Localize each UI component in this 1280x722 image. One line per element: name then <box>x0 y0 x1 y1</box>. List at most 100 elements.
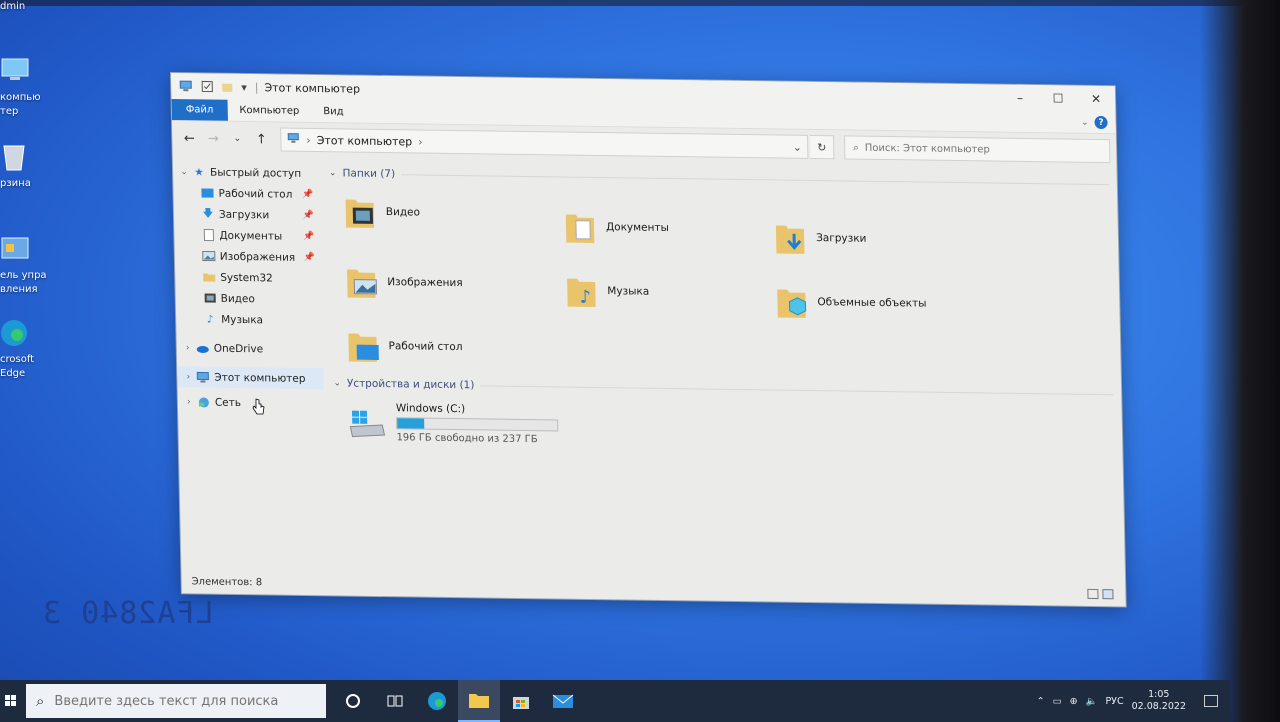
expand-chevron-icon[interactable]: › <box>182 397 196 407</box>
clock-date: 02.08.2022 <box>1131 701 1186 712</box>
back-button[interactable]: ← <box>178 127 200 149</box>
quick-access-dropdown-icon[interactable]: ▾ <box>241 80 247 93</box>
folder-downloads[interactable]: Загрузки <box>774 215 995 262</box>
sidebar-item-system32[interactable]: System32 <box>175 266 321 289</box>
battery-icon[interactable]: ▭ <box>1053 696 1062 707</box>
pin-icon: 📌 <box>303 231 315 242</box>
collapse-chevron-icon[interactable]: ⌄ <box>333 378 341 388</box>
drive-usage-bar <box>396 417 559 432</box>
taskbar-search[interactable]: ⌕ <box>26 684 326 718</box>
volume-icon[interactable]: 🔈 <box>1086 696 1098 707</box>
desktop-icon-this-pc[interactable]: компью тер <box>0 56 70 119</box>
input-language[interactable]: РУС <box>1105 696 1123 707</box>
notifications-icon[interactable] <box>1204 695 1218 707</box>
tab-view[interactable]: Вид <box>311 101 356 123</box>
folder-label: Рабочий стол <box>388 340 463 354</box>
music-icon: ♪ <box>206 313 214 326</box>
edge-icon <box>1 320 27 346</box>
collapse-chevron-icon[interactable]: ⌄ <box>177 167 191 177</box>
address-dropdown-icon[interactable]: ⌄ <box>787 140 807 153</box>
sidebar-item-label: Видео <box>220 292 255 305</box>
desktop-icon-label: crosoft Edge <box>0 354 35 379</box>
star-icon: ★ <box>194 165 204 178</box>
desktop-icon-edge[interactable]: crosoft Edge <box>0 318 70 381</box>
sidebar-item-label: OneDrive <box>213 342 264 355</box>
help-icon[interactable]: ? <box>1094 115 1108 130</box>
sidebar-item-documents[interactable]: Документы 📌 <box>174 224 320 247</box>
file-explorer-icon <box>469 694 489 708</box>
properties-icon[interactable] <box>201 80 213 93</box>
task-view-button[interactable] <box>374 680 416 722</box>
drive-c[interactable]: Windows (C:) 196 ГБ свободно из 237 ГБ <box>334 393 1123 453</box>
drive-name: Windows (C:) <box>395 402 466 416</box>
sidebar-item-network[interactable]: › Сеть <box>178 391 324 414</box>
sidebar-item-this-pc[interactable]: › Этот компьютер <box>177 366 324 390</box>
cortana-icon <box>346 694 360 708</box>
taskbar-file-explorer[interactable] <box>458 680 500 722</box>
desktop-icon-user[interactable]: dmin <box>0 0 70 14</box>
sidebar-item-quick-access[interactable]: ⌄ ★ Быстрый доступ <box>173 161 319 184</box>
chevron-up-icon[interactable]: ⌃ <box>1037 696 1045 707</box>
task-view-icon <box>387 695 403 707</box>
sidebar-item-desktop[interactable]: Рабочий стол 📌 <box>173 182 319 205</box>
video-icon <box>202 291 218 305</box>
network-globe-icon[interactable]: ⊕ <box>1070 696 1078 707</box>
search-icon: ⌕ <box>853 142 859 154</box>
desktop-top-edge <box>0 0 1280 6</box>
folder-3d-objects[interactable]: Объемные объекты <box>775 279 996 326</box>
3d-objects-folder-icon <box>777 289 807 318</box>
sidebar-item-onedrive[interactable]: › OneDrive <box>177 337 323 360</box>
close-button[interactable]: ✕ <box>1077 86 1116 113</box>
details-view-icon[interactable] <box>1087 588 1099 600</box>
refresh-button[interactable]: ↻ <box>809 134 835 160</box>
recent-locations-button[interactable]: ⌄ <box>226 128 248 150</box>
tab-computer[interactable]: Компьютер <box>227 100 311 122</box>
svg-text:♪: ♪ <box>579 287 591 308</box>
tab-file[interactable]: Файл <box>171 99 228 121</box>
explorer-window: ▾ | Этот компьютер – ☐ ✕ Файл Компьютер … <box>171 73 1126 607</box>
clock[interactable]: 1:05 02.08.2022 <box>1132 689 1186 713</box>
desktop-icon-recycle-bin[interactable]: рзина <box>0 142 70 191</box>
document-icon <box>200 228 216 242</box>
group-title: Устройства и диски (1) <box>346 377 475 392</box>
windows-logo-icon <box>5 695 16 706</box>
taskbar-edge[interactable] <box>416 680 458 722</box>
folder-desktop[interactable]: Рабочий стол <box>346 324 567 371</box>
start-button[interactable] <box>0 680 22 722</box>
folder-label: Изображения <box>387 276 463 290</box>
pin-icon: 📌 <box>303 252 315 263</box>
address-bar[interactable]: › Этот компьютер › ⌄ <box>280 127 809 159</box>
cortana-button[interactable] <box>332 680 374 722</box>
forward-button[interactable]: → <box>202 127 224 149</box>
sidebar-item-label: Этот компьютер <box>214 371 306 385</box>
ribbon-expand-icon[interactable]: ⌄ <box>1081 117 1089 127</box>
taskbar-search-input[interactable] <box>54 693 305 709</box>
search-input[interactable] <box>864 142 1085 157</box>
folder-label: Загрузки <box>816 232 867 245</box>
new-folder-icon[interactable] <box>221 81 233 93</box>
sidebar-item-videos[interactable]: Видео <box>175 287 321 310</box>
folder-label: Видео <box>385 206 421 219</box>
sidebar-item-pictures[interactable]: Изображения 📌 <box>175 245 321 268</box>
expand-chevron-icon[interactable]: › <box>181 372 195 382</box>
taskbar-mail[interactable] <box>542 680 584 722</box>
expand-chevron-icon[interactable]: › <box>181 343 195 353</box>
sidebar-item-music[interactable]: ♪ Музыка <box>176 308 322 331</box>
up-button[interactable]: ↑ <box>250 128 272 150</box>
desktop-icon-label: компью тер <box>0 92 41 117</box>
collapse-chevron-icon[interactable]: ⌄ <box>329 168 337 178</box>
taskbar-store[interactable] <box>500 680 542 722</box>
folder-videos[interactable]: Видео <box>343 189 564 236</box>
large-icons-view-icon[interactable] <box>1102 589 1114 600</box>
computer-icon <box>179 80 193 92</box>
minimize-button[interactable]: – <box>1001 85 1040 112</box>
folder-pictures[interactable]: Изображения <box>345 259 566 306</box>
folder-music[interactable]: ♪ Музыка <box>565 269 776 316</box>
chevron-right-icon[interactable]: › <box>418 135 423 148</box>
folder-documents[interactable]: Документы <box>564 205 775 252</box>
maximize-button[interactable]: ☐ <box>1039 85 1078 112</box>
hand-cursor-icon <box>252 398 265 415</box>
search-box[interactable]: ⌕ <box>843 135 1111 164</box>
sidebar-item-downloads[interactable]: 🡇 Загрузки 📌 <box>174 203 320 226</box>
desktop-icon-control-panel[interactable]: ель упра вления <box>0 234 70 297</box>
